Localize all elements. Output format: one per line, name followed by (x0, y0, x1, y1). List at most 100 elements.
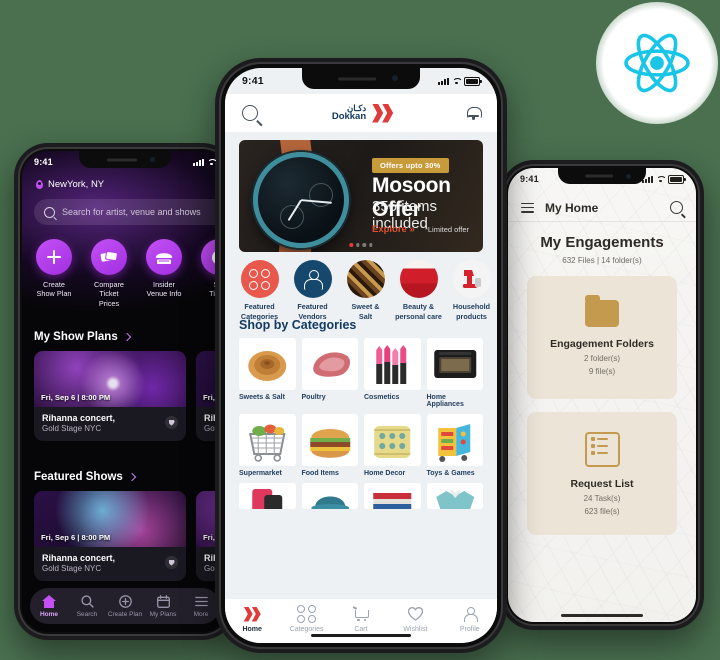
dokkan-mark-icon (372, 103, 394, 123)
event-venue: Gold Stage NYC (42, 424, 102, 433)
status-icons (438, 76, 482, 86)
mockup-stage: 9:41 NewYork, NY Search for artist, venu… (0, 0, 720, 660)
app-header: دكـان Dokkan (225, 94, 497, 132)
category-label: Sweets & Salt (239, 394, 285, 401)
show-plans-carousel[interactable]: Fri, Sep 6 | 8:00 PM Rihanna concert, Go… (34, 351, 228, 441)
category-cell[interactable]: Supermarket (239, 414, 296, 477)
categories-grid: Sweets & Salt Poultry Cosmetics Home App… (239, 338, 483, 513)
quick-action-compare-ticket-prices[interactable]: Compare Ticket Prices (89, 239, 129, 308)
status-time: 9:41 (520, 174, 539, 184)
category-cell[interactable]: Toys & Games (426, 414, 483, 477)
quick-category-beauty[interactable]: Beauty & personal care (392, 260, 445, 321)
section-header-my-show-plans[interactable]: My Show Plans (34, 331, 131, 343)
category-cell[interactable] (239, 483, 296, 513)
burger-photo (301, 414, 358, 466)
quick-action-create-show-plan[interactable]: Create Show Plan (34, 239, 74, 308)
home-indicator[interactable] (561, 613, 643, 617)
event-title: Rihanna concert, (42, 553, 116, 563)
event-date: Fri, Sep 6 | 8:00 PM (41, 393, 111, 402)
dokkan-logo: دكـان Dokkan (332, 103, 394, 123)
quick-category-household[interactable]: Household products (445, 260, 497, 321)
tab-profile[interactable]: Profile (446, 606, 494, 633)
quick-action-insider-venue-info[interactable]: Insider Venue Info (144, 239, 184, 308)
tab-my-plans[interactable]: My Plans (144, 595, 182, 618)
tile-line-2: 9 file(s) (588, 366, 616, 376)
category-cell[interactable] (426, 483, 483, 513)
lipstick-photo (364, 338, 421, 390)
heart-icon (391, 606, 439, 623)
tile-title: Request List (570, 477, 634, 490)
quick-category-featured-categories[interactable]: Featured Categories (233, 260, 286, 321)
wifi-icon (207, 159, 216, 166)
vendor-person-icon (293, 260, 332, 298)
favorite-button[interactable] (165, 416, 178, 429)
cushion-photo (364, 414, 421, 466)
category-label: Toys & Games (426, 470, 475, 477)
toy-blocks-photo (426, 414, 483, 466)
search-icon (44, 206, 55, 218)
tile-engagement-folders[interactable]: Engagement Folders 2 folder(s) 9 file(s) (527, 276, 677, 399)
tab-home[interactable]: Home (30, 595, 68, 618)
location-label: NewYork, NY (48, 179, 105, 190)
quick-category-label: Household products (452, 302, 491, 321)
section-header-featured-shows[interactable]: Featured Shows (34, 471, 137, 483)
watch-subdial (280, 205, 304, 229)
category-cell[interactable]: Cosmetics (364, 338, 421, 408)
phone-photo (239, 483, 296, 509)
page-subtitle: 632 Files | 14 folder(s) (562, 256, 642, 265)
list-icon (584, 431, 620, 467)
category-cell[interactable]: Poultry (301, 338, 358, 408)
event-card[interactable]: Fri, Sep 6 | 8:00 PM Rihanna concert, Go… (34, 491, 186, 581)
event-card[interactable]: Fri, Sep 6 | 8:00 PM Rihanna concert, Go… (34, 351, 186, 441)
quick-category-featured-vendors[interactable]: Featured Vendors (286, 260, 339, 321)
category-label: Food Items (301, 470, 339, 477)
search-input[interactable]: Search for artist, venue and shows (34, 199, 228, 225)
category-cell[interactable]: Sweets & Salt (239, 338, 296, 408)
bottom-tab-bar: Home Search Create Plan My Plans More (30, 588, 220, 624)
tab-wishlist[interactable]: Wishlist (391, 606, 439, 633)
tab-label: Home (242, 625, 262, 633)
category-cell[interactable] (301, 483, 358, 513)
bell-icon[interactable] (466, 106, 482, 120)
folder-icon (585, 294, 619, 327)
category-cell[interactable]: Food Items (301, 414, 358, 477)
category-cell[interactable] (364, 483, 421, 513)
status-icons (193, 158, 216, 166)
event-title: Rihanna concert, (42, 413, 116, 423)
category-cell[interactable]: Home Appliances (426, 338, 483, 408)
carousel-dots[interactable] (349, 243, 373, 247)
banner-badge: Offers upto 30% (372, 158, 449, 173)
favorite-button[interactable] (165, 556, 178, 569)
left-phone-screen: 9:41 NewYork, NY Search for artist, venu… (22, 151, 228, 632)
category-label: Supermarket (239, 470, 282, 477)
featured-shows-carousel[interactable]: Fri, Sep 6 | 8:00 PM Rihanna concert, Go… (34, 491, 228, 581)
four-dots-icon (283, 604, 331, 624)
hamburger-icon[interactable] (521, 202, 534, 213)
tab-create-plan[interactable]: Create Plan (106, 595, 144, 618)
notch (79, 151, 171, 168)
cart-icon (337, 606, 385, 623)
quick-category-sweet-salt[interactable]: Sweet & Salt (339, 260, 392, 321)
search-placeholder: Search for artist, venue and shows (62, 207, 201, 217)
shop-by-categories-title: Shop by Categories (239, 318, 357, 332)
search-icon[interactable] (242, 105, 258, 121)
location-indicator[interactable]: NewYork, NY (36, 179, 104, 190)
speaker-grille (338, 77, 377, 80)
tab-cart[interactable]: Cart (337, 606, 385, 633)
status-icons (642, 174, 686, 184)
tile-line-2: 623 file(s) (584, 506, 620, 516)
tile-request-list[interactable]: Request List 24 Task(s) 623 file(s) (527, 412, 677, 535)
quick-actions: Create Show Plan Compare Ticket Prices I… (34, 239, 228, 308)
quick-categories-row: Featured Categories Featured Vendors Swe… (233, 260, 497, 321)
category-cell[interactable]: Home Decor (364, 414, 421, 477)
plus-icon (36, 239, 72, 275)
tab-search[interactable]: Search (68, 595, 106, 618)
tab-categories[interactable]: Categories (283, 604, 331, 633)
home-indicator[interactable] (311, 633, 411, 637)
tab-home[interactable]: Home (228, 606, 276, 633)
promo-banner[interactable]: Offers upto 30% Mosoon Offer 356 items i… (239, 140, 483, 252)
react-atom-icon (624, 33, 690, 93)
banner-explore-link[interactable]: Explore » (372, 224, 415, 235)
ticket-compare-icon (91, 239, 127, 275)
search-icon[interactable] (670, 201, 683, 214)
